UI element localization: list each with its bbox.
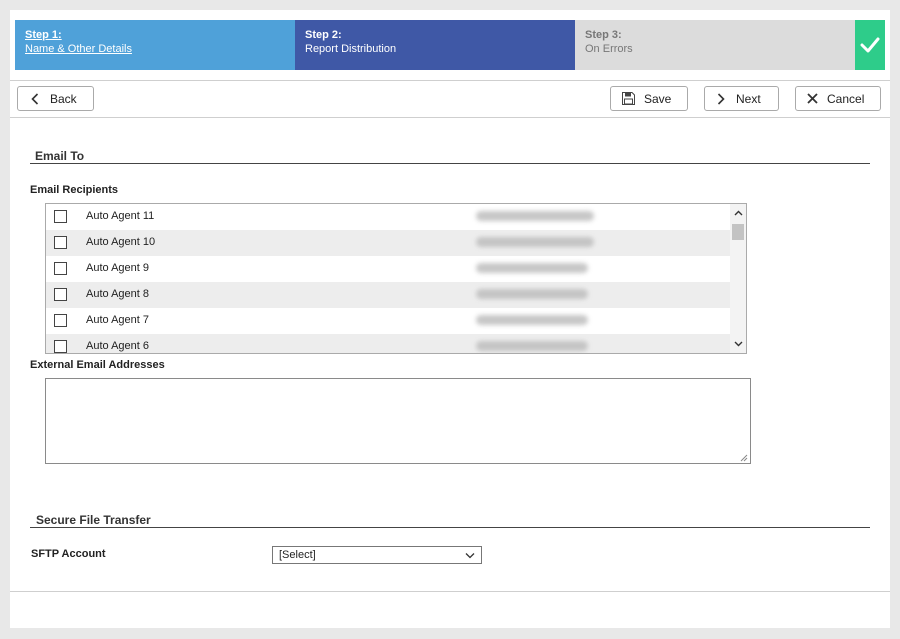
chevron-down-icon [465, 552, 475, 558]
sftp-account-value: [Select] [279, 549, 316, 561]
step-1[interactable]: Step 1: Name & Other Details [15, 20, 295, 70]
cancel-button[interactable]: Cancel [795, 86, 881, 111]
wizard-panel: Step 1: Name & Other Details Step 2: Rep… [10, 10, 890, 628]
list-item[interactable]: Auto Agent 10 [46, 230, 730, 256]
recipient-name: Auto Agent 6 [86, 340, 149, 352]
scroll-down-button[interactable] [730, 337, 746, 351]
finish-check-button[interactable] [855, 20, 885, 70]
chevron-left-icon [31, 92, 39, 105]
recipient-name: Auto Agent 8 [86, 288, 149, 300]
checkmark-icon [860, 37, 880, 53]
recipient-checkbox[interactable] [54, 288, 67, 301]
recipient-checkbox[interactable] [54, 340, 67, 353]
back-button-label: Back [50, 91, 77, 106]
scroll-up-button[interactable] [730, 206, 746, 220]
step-2-label: Report Distribution [305, 43, 397, 55]
floppy-disk-icon [622, 92, 635, 105]
recipient-name: Auto Agent 7 [86, 314, 149, 326]
toolbar-top-divider [10, 80, 890, 81]
next-button-label: Next [736, 91, 761, 106]
step-1-label[interactable]: Name & Other Details [25, 43, 132, 55]
save-button[interactable]: Save [610, 86, 688, 111]
cancel-button-label: Cancel [827, 91, 865, 106]
save-button-label: Save [644, 91, 672, 106]
recipient-name: Auto Agent 9 [86, 262, 149, 274]
email-recipients-label: Email Recipients [30, 184, 119, 196]
toolbar-bottom-divider [10, 117, 890, 118]
recipients-scrollbar[interactable] [730, 204, 746, 353]
recipient-name: Auto Agent 11 [86, 210, 155, 222]
chevron-up-icon [734, 210, 742, 216]
close-icon [807, 93, 818, 104]
external-email-textarea[interactable] [45, 378, 751, 464]
email-to-heading: Email To [35, 149, 85, 163]
scroll-thumb[interactable] [732, 224, 744, 240]
email-recipients-list[interactable]: Auto Agent 11 Auto Agent 10 Auto Agent 9… [45, 203, 747, 354]
resize-grip-icon[interactable] [739, 453, 748, 462]
list-item[interactable]: Auto Agent 6 [46, 334, 730, 353]
redacted-email [476, 341, 588, 351]
chevron-right-icon [717, 92, 725, 105]
sftp-account-select[interactable]: [Select] [272, 546, 482, 564]
list-item[interactable]: Auto Agent 8 [46, 282, 730, 308]
email-to-underline [30, 163, 870, 164]
redacted-email [476, 237, 594, 247]
back-button[interactable]: Back [17, 86, 94, 111]
redacted-email [476, 289, 588, 299]
step-3-label: On Errors [585, 43, 633, 55]
sftp-account-label: SFTP Account [31, 548, 106, 560]
wizard-stepper: Step 1: Name & Other Details Step 2: Rep… [15, 20, 885, 70]
step-1-title[interactable]: Step 1: [25, 28, 285, 42]
step-3: Step 3: On Errors [575, 20, 855, 70]
step-2-title: Step 2: [305, 29, 342, 41]
recipient-checkbox[interactable] [54, 236, 67, 249]
step-3-title: Step 3: [585, 29, 622, 41]
redacted-email [476, 211, 594, 221]
next-button[interactable]: Next [704, 86, 779, 111]
list-item[interactable]: Auto Agent 9 [46, 256, 730, 282]
external-email-label: External Email Addresses [30, 359, 165, 371]
list-item[interactable]: Auto Agent 11 [46, 204, 730, 230]
recipient-name: Auto Agent 10 [86, 236, 156, 248]
recipient-checkbox[interactable] [54, 262, 67, 275]
footer-divider [10, 591, 890, 592]
redacted-email [476, 315, 588, 325]
list-item[interactable]: Auto Agent 7 [46, 308, 730, 334]
secure-file-transfer-heading: Secure File Transfer [36, 513, 151, 527]
recipient-checkbox[interactable] [54, 314, 67, 327]
chevron-down-icon [734, 341, 742, 347]
step-2: Step 2: Report Distribution [295, 20, 575, 70]
secure-file-transfer-underline [30, 527, 870, 528]
recipient-checkbox[interactable] [54, 210, 67, 223]
redacted-email [476, 263, 588, 273]
